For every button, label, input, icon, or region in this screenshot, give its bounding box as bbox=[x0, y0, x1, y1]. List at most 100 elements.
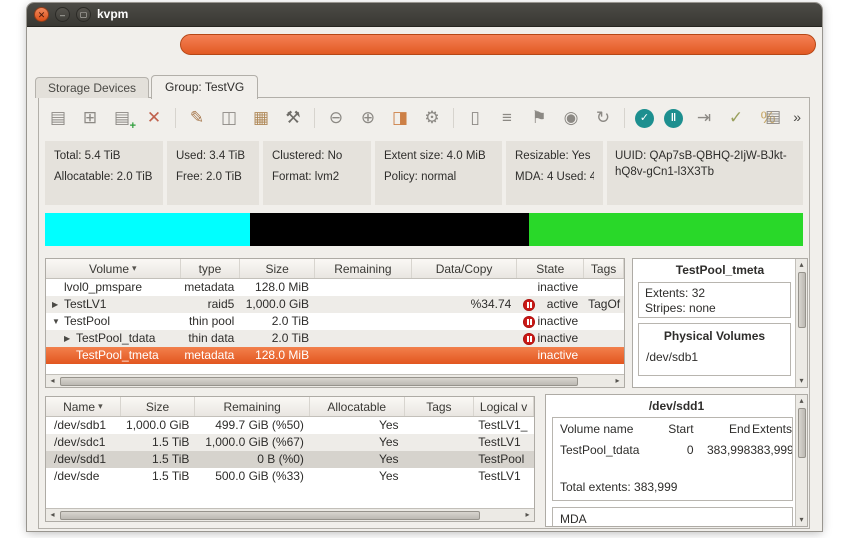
usage-segment-1 bbox=[45, 213, 250, 246]
tab-storage-devices[interactable]: Storage Devices bbox=[35, 77, 149, 98]
snapshot-icon[interactable]: ◨ bbox=[389, 107, 411, 129]
volume-remaining bbox=[315, 296, 412, 313]
column-header-extents: Extents bbox=[750, 422, 792, 436]
new-volume-icon[interactable]: ▤ bbox=[47, 107, 69, 129]
info-box-used: Used: 3.4 TiB Free: 2.0 TiB bbox=[167, 141, 259, 205]
scrollbar-thumb[interactable] bbox=[60, 511, 480, 520]
expand-arrow-icon[interactable]: ▶ bbox=[64, 330, 76, 347]
volume-name: TestPool bbox=[64, 313, 110, 330]
sort-arrow-icon: ▾ bbox=[98, 401, 103, 412]
scroll-right-icon[interactable]: ▸ bbox=[521, 509, 534, 521]
device-logical-volumes: TestLV1 bbox=[474, 434, 534, 451]
column-header-name[interactable]: Name ▾ bbox=[46, 397, 121, 416]
close-icon[interactable]: ✕ bbox=[34, 7, 49, 22]
device-size: 1.5 TiB bbox=[121, 434, 196, 451]
column-header-size[interactable]: Size bbox=[240, 259, 315, 278]
column-header-volume[interactable]: Volume ▾ bbox=[46, 259, 181, 278]
volume-datacopy bbox=[412, 313, 518, 330]
add-volume-icon[interactable]: ▤+ bbox=[111, 107, 133, 129]
volume-remaining bbox=[315, 347, 412, 364]
column-header-tags[interactable]: Tags bbox=[584, 259, 624, 278]
table-row[interactable]: /dev/sde 1.5 TiB 500.0 GiB (%33) Yes Tes… bbox=[46, 468, 534, 485]
scroll-up-icon[interactable]: ▴ bbox=[795, 395, 808, 407]
expand-arrow-icon[interactable]: ▶ bbox=[52, 296, 64, 313]
lv-panel-vertical-scrollbar: ▴ ▾ bbox=[795, 259, 807, 387]
table-row[interactable]: ▼TestPool thin pool 2.0 TiB inactive bbox=[46, 313, 624, 330]
bookmark-icon[interactable]: ⚑ bbox=[528, 107, 550, 129]
table-row[interactable]: /dev/sdc1 1.5 TiB 1,000.0 GiB (%67) Yes … bbox=[46, 434, 534, 451]
tab-group-testvg[interactable]: Group: TestVG bbox=[151, 75, 258, 99]
volumes-horizontal-scrollbar: ◂ ▸ bbox=[46, 374, 624, 387]
save-icon[interactable]: ▦ bbox=[250, 107, 272, 129]
repair-icon[interactable]: ⚙ bbox=[421, 107, 443, 129]
check-icon[interactable]: ✓ bbox=[725, 107, 747, 129]
duplicate-icon[interactable]: ◫ bbox=[218, 107, 240, 129]
table-row-selected[interactable]: TestPool_tmeta metadata 128.0 MiB inacti… bbox=[46, 347, 624, 364]
export-icon[interactable]: ▤ bbox=[762, 106, 784, 128]
column-header-type[interactable]: type bbox=[181, 259, 241, 278]
properties-icon[interactable]: ▯ bbox=[464, 107, 486, 129]
partition-table-icon[interactable]: ⊞ bbox=[79, 107, 101, 129]
scroll-left-icon[interactable]: ◂ bbox=[46, 375, 59, 387]
column-header-logical-volumes[interactable]: Logical v bbox=[474, 397, 534, 416]
table-row[interactable]: ▶TestLV1 raid5 1,000.0 GiB %34.74 active… bbox=[46, 296, 624, 313]
table-row[interactable]: lvol0_pmspare metadata 128.0 MiB inactiv… bbox=[46, 279, 624, 296]
info-box-extent: Extent size: 4.0 MiB Policy: normal bbox=[375, 141, 502, 205]
scrollbar-thumb[interactable] bbox=[60, 377, 578, 386]
scroll-down-icon[interactable]: ▾ bbox=[795, 375, 808, 387]
scroll-up-icon[interactable]: ▴ bbox=[795, 259, 808, 271]
orange-banner bbox=[180, 34, 816, 55]
scroll-left-icon[interactable]: ◂ bbox=[46, 509, 59, 521]
devices-horizontal-scrollbar: ◂ ▸ bbox=[46, 508, 534, 521]
list-icon[interactable]: ≡ bbox=[496, 107, 518, 129]
minimize-icon[interactable]: – bbox=[55, 7, 70, 22]
collapse-arrow-icon[interactable]: ▼ bbox=[52, 313, 64, 330]
column-header-datacopy[interactable]: Data/Copy bbox=[412, 259, 518, 278]
paused-state-icon bbox=[523, 299, 535, 311]
scrollbar-thumb[interactable] bbox=[798, 408, 806, 458]
column-header-volume-name: Volume name bbox=[553, 422, 652, 436]
refresh-icon[interactable]: ↻ bbox=[592, 107, 614, 129]
maximize-icon[interactable]: ▢ bbox=[76, 7, 91, 22]
volume-remaining bbox=[315, 279, 412, 296]
device-remaining: 0 B (%0) bbox=[195, 451, 310, 468]
column-header-size[interactable]: Size bbox=[121, 397, 196, 416]
device-panel-vertical-scrollbar: ▴ ▾ bbox=[795, 395, 807, 526]
device-allocatable: Yes bbox=[310, 417, 405, 434]
column-header-remaining[interactable]: Remaining bbox=[315, 259, 412, 278]
device-name: /dev/sdc1 bbox=[46, 434, 121, 451]
activate-icon[interactable]: ✓ bbox=[635, 109, 654, 128]
scroll-right-icon[interactable]: ▸ bbox=[611, 375, 624, 387]
column-header-remaining[interactable]: Remaining bbox=[195, 397, 310, 416]
paused-state-icon bbox=[523, 333, 535, 345]
physical-volumes-heading: Physical Volumes bbox=[639, 329, 790, 343]
device-tags bbox=[405, 468, 475, 485]
column-header-tags[interactable]: Tags bbox=[405, 397, 475, 416]
scroll-down-icon[interactable]: ▾ bbox=[795, 514, 808, 526]
devices-table-header: Name ▾ Size Remaining Allocatable Tags L… bbox=[46, 397, 534, 417]
volume-size: 128.0 MiB bbox=[240, 279, 315, 296]
window-title: kvpm bbox=[97, 3, 128, 26]
add-volume-glyph: ▤ bbox=[114, 108, 130, 127]
reduce-icon[interactable]: ⊖ bbox=[325, 107, 347, 129]
extend-icon[interactable]: ⊕ bbox=[357, 107, 379, 129]
toolbar-overflow-chevron[interactable]: » bbox=[793, 106, 801, 128]
column-header-allocatable[interactable]: Allocatable bbox=[310, 397, 405, 416]
scrollbar-thumb[interactable] bbox=[798, 272, 806, 328]
record-icon[interactable]: ◉ bbox=[560, 107, 582, 129]
rename-icon[interactable]: ✎ bbox=[186, 107, 208, 129]
tools-icon[interactable]: ⚒ bbox=[282, 107, 304, 129]
info-resizable: Resizable: Yes bbox=[515, 150, 594, 162]
table-row-selected[interactable]: /dev/sdd1 1.5 TiB 0 B (%0) Yes TestPool bbox=[46, 451, 534, 468]
device-logical-volumes: TestLV1_ bbox=[474, 417, 534, 434]
physical-volume-item: /dev/sdb1 bbox=[639, 350, 790, 364]
column-header-state[interactable]: State bbox=[517, 259, 584, 278]
table-row[interactable]: ▶TestPool_tdata thin data 2.0 TiB inacti… bbox=[46, 330, 624, 347]
table-row[interactable]: /dev/sdb1 1,000.0 GiB 499.7 GiB (%50) Ye… bbox=[46, 417, 534, 434]
extent-start: 0 bbox=[652, 443, 694, 457]
deactivate-icon[interactable]: ‖ bbox=[664, 109, 683, 128]
skip-icon[interactable]: ⇥ bbox=[693, 107, 715, 129]
info-total: Total: 5.4 TiB bbox=[54, 150, 154, 162]
device-name: /dev/sdd1 bbox=[46, 451, 121, 468]
remove-volume-icon[interactable]: ✕ bbox=[143, 107, 165, 129]
